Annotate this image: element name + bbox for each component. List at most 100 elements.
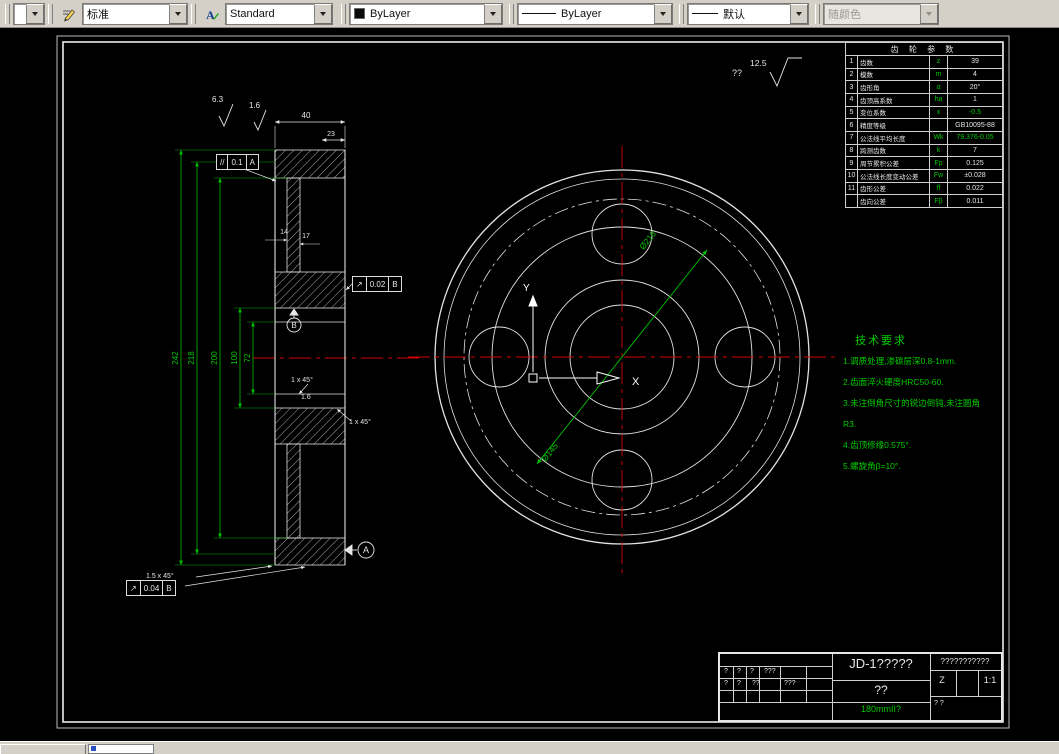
param-no: 11	[846, 182, 858, 195]
table-row: 2 模数 m 4	[846, 68, 1002, 82]
table-row: 9 周节累积公差 Fp 0.125	[846, 157, 1002, 170]
plot-style-combo-value: 随颜色	[828, 8, 861, 21]
dim-100: 100	[230, 351, 239, 365]
param-val: 20°	[969, 83, 981, 91]
letter-a-icon: A	[206, 8, 219, 22]
param-name: 跨测齿数	[858, 144, 930, 157]
workspace-combo[interactable]	[13, 2, 45, 25]
table-row: 11 齿形公差 ff 0.022	[846, 182, 1002, 196]
pencil-icon	[63, 8, 76, 21]
dim-72: 72	[243, 353, 252, 362]
param-val: 4	[973, 70, 977, 78]
table-row: 4 齿顶高系数 ha 1	[846, 93, 1002, 107]
toolbar-grip[interactable]	[48, 3, 53, 24]
lineweight-combo-label: 默认	[723, 8, 745, 21]
lineweight-combo-value: 默认	[688, 4, 790, 24]
taskbar-field[interactable]	[88, 744, 154, 754]
title-block-line	[930, 696, 1001, 697]
taskbar-button[interactable]	[0, 744, 86, 754]
title-block-line	[720, 678, 832, 679]
param-sym: k	[930, 144, 948, 157]
toolbar-grip[interactable]	[679, 3, 684, 24]
tolerance-datum: B	[166, 583, 172, 593]
title-block-line	[780, 666, 781, 702]
chevron-down-icon[interactable]	[169, 3, 187, 24]
lineweight-combo[interactable]: 默认	[687, 2, 809, 25]
param-no	[846, 195, 858, 207]
tolerance-frame-runout-2: ↗ 0.04 B	[126, 580, 176, 596]
note-item: R3.	[843, 419, 857, 429]
title-block-line	[720, 690, 832, 691]
param-val: GB10095-88	[955, 121, 995, 129]
title-cell-mark: ?	[750, 668, 754, 675]
chevron-down-icon[interactable]	[790, 3, 808, 24]
text-style-combo-value: Standard	[230, 7, 275, 20]
plot-style-combo: 随颜色	[823, 2, 939, 25]
dim-14: 14	[280, 229, 288, 236]
dim-218: 218	[187, 351, 196, 365]
part-name: ??	[874, 683, 888, 697]
param-name: 变位系数	[858, 106, 930, 119]
linetype-combo-label: ByLayer	[561, 7, 602, 20]
param-no: 5	[846, 106, 858, 119]
param-name: 公法线长度变动公差	[858, 169, 930, 182]
z-mark: Z	[939, 675, 945, 685]
title-cell-mark: ?	[724, 680, 728, 687]
param-val: 1	[973, 96, 977, 104]
chamfer-label-1: 1 x 45°	[291, 376, 313, 384]
toolbar-grip[interactable]	[815, 3, 820, 24]
dim-style-combo[interactable]: 标准	[82, 2, 188, 25]
toolbar-grip[interactable]	[5, 3, 10, 24]
param-val: 7	[973, 146, 977, 154]
note-item: 5.螺旋角β=10°.	[843, 461, 901, 471]
dim-style-combo-value: 标准	[87, 8, 109, 21]
param-no: 4	[846, 93, 858, 106]
table-row: 3 齿形角 α 20°	[846, 81, 1002, 94]
tolerance-value: 0.04	[141, 581, 164, 595]
dim-style-icon[interactable]	[58, 3, 80, 25]
param-no: 8	[846, 144, 858, 157]
title-block-line	[832, 680, 930, 681]
title-block-line	[956, 670, 957, 696]
dim-outer-dia-label: Ø216	[637, 229, 658, 252]
param-name: 齿形公差	[858, 182, 930, 195]
finish-12-5: 12.5	[750, 58, 767, 68]
rim-bottom-hatch	[274, 537, 346, 566]
color-combo[interactable]: ByLayer	[349, 2, 503, 25]
toolbar-grip[interactable]	[509, 3, 514, 24]
roughness-check-icon	[253, 109, 267, 132]
linetype-combo[interactable]: ByLayer	[517, 2, 673, 25]
technical-notes: 技术要求 1.调质处理,渗碳层深0.8-1mm. 2.齿面淬火硬度HRC50-6…	[843, 332, 1013, 477]
tolerance-datum: A	[249, 157, 255, 167]
chevron-down-icon[interactable]	[26, 3, 44, 24]
toolbar-grip[interactable]	[191, 3, 196, 24]
toolbar-grip[interactable]	[341, 3, 346, 24]
title-cell-mark: ???	[764, 668, 776, 675]
finish-1-6: 1.6	[249, 101, 261, 110]
drawing-canvas[interactable]: Ø216 Ø145 X Y 242 218 200 100 72 40 23 1…	[0, 28, 1059, 741]
chevron-down-icon	[920, 3, 938, 24]
title-block: JD-1????? ?? 180mmII? ??????????? Z 1:1 …	[718, 652, 1003, 722]
dim-inner-dia-label: Ø145	[539, 441, 560, 464]
web-lower-hatch	[286, 443, 301, 539]
hub-upper-hatch	[274, 271, 346, 309]
table-row: 齿向公差 Fβ 0.011	[846, 195, 1002, 207]
pickbox	[528, 373, 538, 383]
chevron-down-icon[interactable]	[654, 3, 672, 24]
toolbar: 标准 A Standard ByLayer ByLayer 默认 随颜色	[0, 0, 1059, 28]
datum-b-label: B	[291, 321, 296, 330]
chevron-down-icon[interactable]	[484, 3, 502, 24]
title-cell-mark: ? ?	[934, 700, 944, 707]
part-number: JD-1?????	[849, 656, 913, 671]
param-val: 0.125	[966, 159, 984, 167]
gear-parameter-table: 齿 轮 参 数 1 齿数 z 39 2 模数 m 4 3 齿形角 α 20° 4	[845, 42, 1003, 208]
param-sym: z	[930, 56, 948, 68]
title-block-line	[806, 666, 807, 702]
chevron-down-icon[interactable]	[314, 3, 332, 24]
leader-lines	[184, 168, 353, 587]
tolerance-value: 0.02	[367, 277, 390, 291]
text-style-icon[interactable]: A	[201, 3, 223, 25]
note-item: 2.齿面淬火硬度HRC50-60.	[843, 377, 944, 387]
table-row: 8 跨测齿数 k 7	[846, 144, 1002, 158]
text-style-combo[interactable]: Standard	[225, 2, 333, 25]
